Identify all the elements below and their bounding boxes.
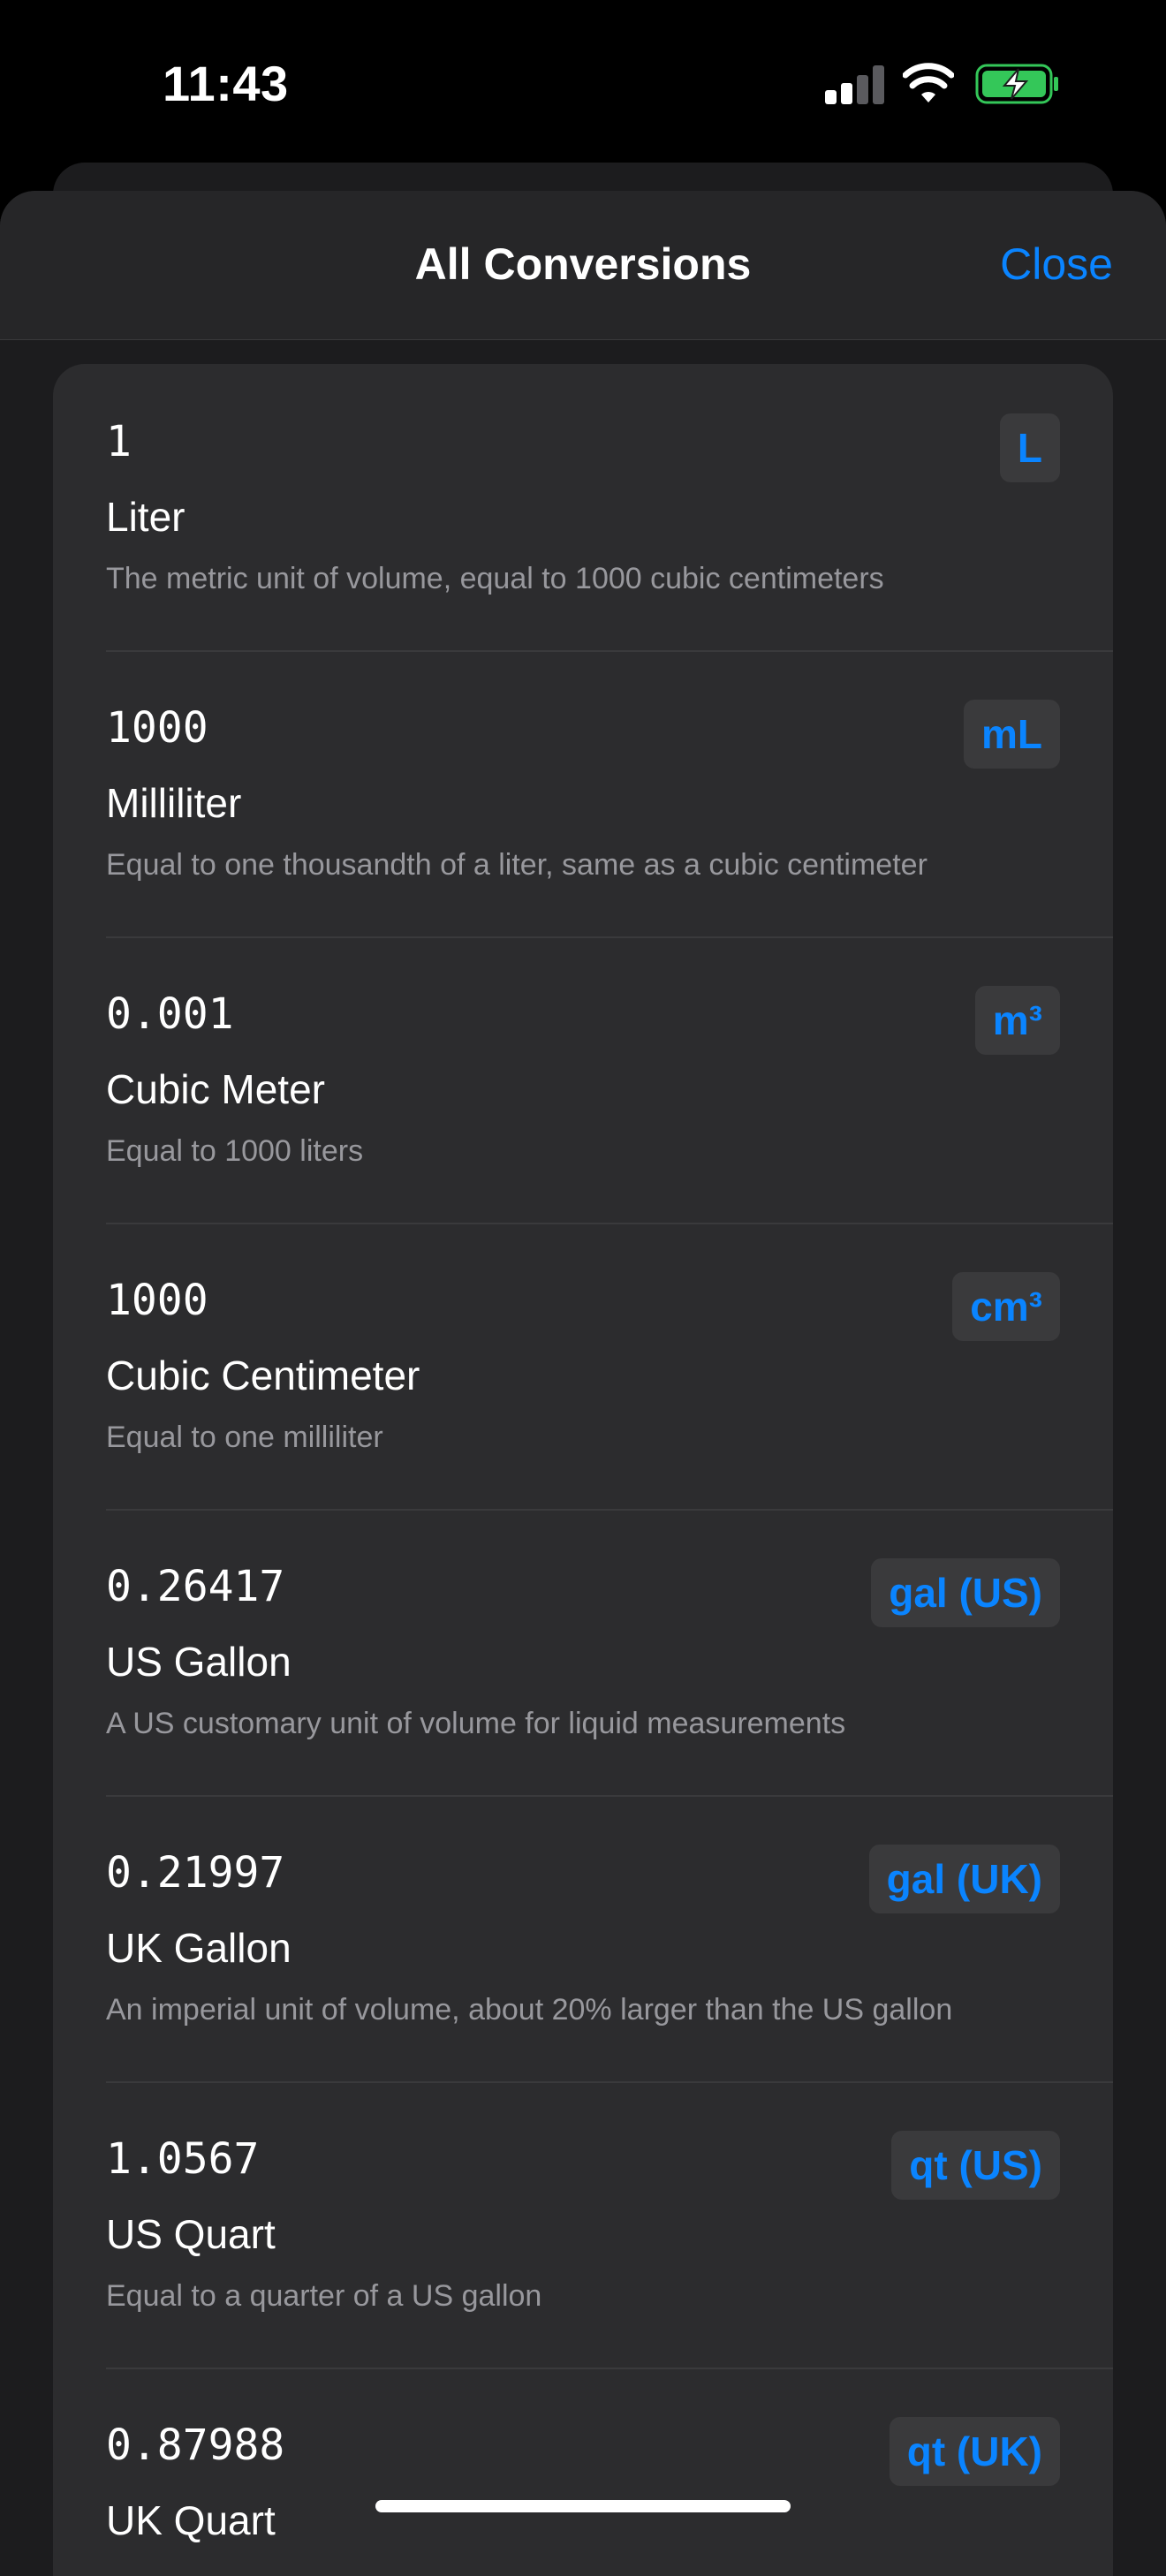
unit-name: US Gallon [106, 1639, 292, 1685]
conversion-row[interactable]: 1 L Liter The metric unit of volume, equ… [53, 364, 1113, 650]
unit-symbol-badge: L [999, 413, 1060, 482]
conversion-value: 1000 [106, 1276, 208, 1325]
unit-description: Equal to one thousandth of a liter, same… [106, 848, 928, 882]
unit-name: UK Gallon [106, 1925, 292, 1971]
unit-description: An imperial unit of volume, about 20% la… [106, 1993, 953, 2027]
conversion-row[interactable]: 1000 cm³ Cubic Centimeter Equal to one m… [53, 1223, 1113, 1509]
battery-charging-icon [975, 64, 1058, 104]
unit-symbol-badge: m³ [974, 986, 1060, 1055]
home-indicator[interactable] [375, 2500, 791, 2512]
conversion-value: 0.21997 [106, 1848, 285, 1898]
conversion-value: 1.0567 [106, 2134, 260, 2184]
unit-symbol-badge: gal (UK) [868, 1845, 1060, 1913]
unit-name: US Quart [106, 2211, 276, 2257]
unit-name: Milliliter [106, 780, 242, 826]
conversion-row[interactable]: 1000 mL Milliliter Equal to one thousand… [53, 650, 1113, 936]
conversion-row[interactable]: 0.21997 gal (UK) UK Gallon An imperial u… [53, 1795, 1113, 2081]
conversion-value: 1000 [106, 703, 208, 753]
unit-symbol-badge: mL [964, 700, 1060, 769]
unit-description: The metric unit of volume, equal to 1000… [106, 562, 884, 595]
unit-name: UK Quart [106, 2497, 276, 2543]
unit-description: Equal to a quarter of a US gallon [106, 2279, 542, 2313]
cellular-signal-icon [825, 65, 885, 104]
unit-name: Cubic Meter [106, 1066, 325, 1112]
unit-description: A US customary unit of volume for liquid… [106, 1707, 846, 1740]
conversion-list: 1 L Liter The metric unit of volume, equ… [53, 364, 1113, 2576]
status-time: 11:43 [163, 56, 289, 111]
unit-symbol-badge: qt (UK) [889, 2417, 1060, 2486]
close-button[interactable]: Close [1000, 239, 1113, 290]
conversion-row[interactable]: 1.0567 qt (US) US Quart Equal to a quart… [53, 2081, 1113, 2368]
sheet-header: All Conversions Close [0, 191, 1166, 340]
conversion-row[interactable]: 0.87988 qt (UK) UK Quart [53, 2368, 1113, 2576]
unit-symbol-badge: qt (US) [891, 2131, 1060, 2200]
unit-name: Cubic Centimeter [106, 1352, 420, 1398]
unit-description: Equal to one milliliter [106, 1421, 383, 1454]
unit-name: Liter [106, 494, 186, 540]
conversion-row[interactable]: 0.26417 gal (US) US Gallon A US customar… [53, 1509, 1113, 1795]
conversion-row[interactable]: 0.001 m³ Cubic Meter Equal to 1000 liter… [53, 936, 1113, 1223]
unit-description: Equal to 1000 liters [106, 1134, 364, 1168]
sheet-title: All Conversions [414, 239, 752, 289]
conversion-value: 0.001 [106, 989, 234, 1039]
conversion-value: 0.26417 [106, 1562, 285, 1611]
unit-symbol-badge: gal (US) [871, 1558, 1060, 1627]
unit-symbol-badge: cm³ [952, 1272, 1060, 1341]
conversion-value: 0.87988 [106, 2421, 285, 2470]
conversion-value: 1 [106, 417, 132, 466]
wifi-icon [903, 63, 954, 102]
conversions-sheet: All Conversions Close 1 L Liter The metr… [0, 191, 1166, 2576]
